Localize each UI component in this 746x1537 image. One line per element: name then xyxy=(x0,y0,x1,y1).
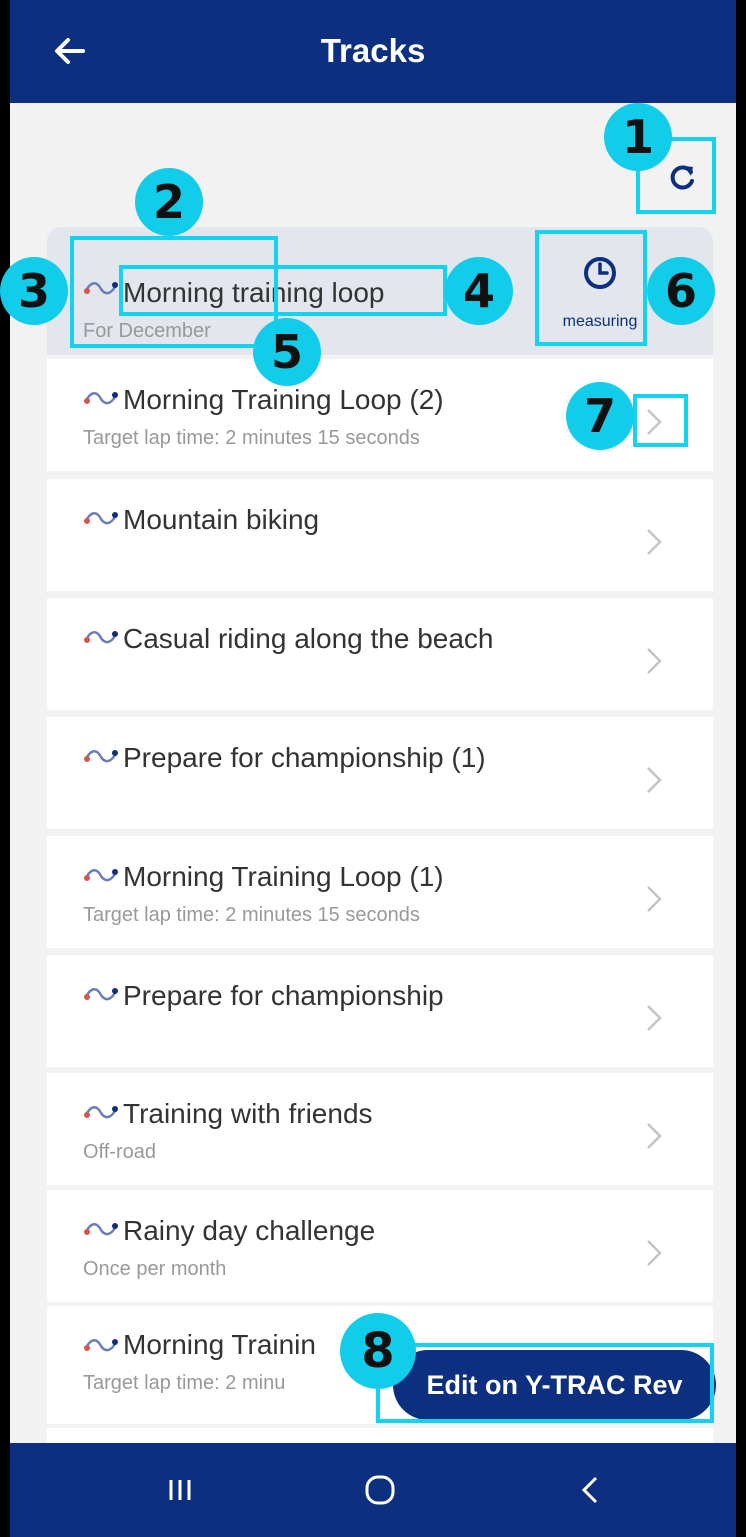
annotation-badge-7: 7 xyxy=(566,382,634,450)
annotation-box-measuring xyxy=(535,230,647,346)
track-row[interactable] xyxy=(47,1428,713,1443)
track-title: Morning Training Loop (2) xyxy=(123,384,444,415)
home-button[interactable] xyxy=(350,1465,410,1515)
track-route-icon xyxy=(84,1223,118,1236)
track-route-icon xyxy=(84,1106,118,1119)
track-route-icon xyxy=(84,392,118,405)
chevron-right-icon[interactable] xyxy=(642,524,666,560)
system-back-button[interactable] xyxy=(560,1465,620,1515)
annotation-badge-2: 2 xyxy=(135,168,203,236)
annotation-box-title xyxy=(119,265,447,316)
annotation-badge-6: 6 xyxy=(647,257,715,325)
track-title: Prepare for championship (1) xyxy=(123,742,486,773)
chevron-right-icon[interactable] xyxy=(642,1000,666,1036)
track-title: Rainy day challenge xyxy=(123,1215,376,1246)
chevron-right-icon[interactable] xyxy=(642,762,666,798)
phone-screen: Tracks Morning training loop For Decembe… xyxy=(10,0,736,1537)
chevron-right-icon[interactable] xyxy=(642,643,666,679)
track-row[interactable]: Mountain biking xyxy=(47,479,713,591)
chevron-right-icon[interactable] xyxy=(642,1235,666,1271)
track-route-icon xyxy=(84,631,118,644)
track-route-icon xyxy=(84,988,118,1001)
track-title: Casual riding along the beach xyxy=(123,623,494,654)
recent-apps-button[interactable] xyxy=(150,1465,210,1515)
page-title: Tracks xyxy=(320,32,426,69)
chevron-left-icon xyxy=(581,1476,598,1504)
annotation-badge-5: 5 xyxy=(253,318,321,386)
home-icon xyxy=(365,1475,395,1505)
annotation-badge-4: 4 xyxy=(445,257,513,325)
track-route-icon xyxy=(84,1339,118,1352)
track-row[interactable]: Prepare for championship xyxy=(47,955,713,1067)
annotation-badge-8: 8 xyxy=(340,1313,416,1389)
track-route-icon xyxy=(84,750,118,763)
track-title: Morning Training Loop (1) xyxy=(123,861,444,892)
track-subtitle: Target lap time: 2 minu xyxy=(83,1372,286,1394)
track-row[interactable]: Rainy day challenge Once per month xyxy=(47,1190,713,1302)
track-row[interactable]: Training with friends Off-road xyxy=(47,1073,713,1185)
track-row[interactable]: Casual riding along the beach xyxy=(47,598,713,710)
track-subtitle: Once per month xyxy=(83,1258,227,1280)
track-title: Training with friends xyxy=(123,1098,373,1129)
annotation-box-fab xyxy=(376,1343,714,1423)
app-bar: Tracks xyxy=(10,0,736,103)
track-title: Morning Trainin xyxy=(123,1329,316,1360)
track-subtitle: Target lap time: 2 minutes 15 seconds xyxy=(83,904,420,926)
chevron-right-icon[interactable] xyxy=(642,1118,666,1154)
recent-apps-icon xyxy=(169,1480,191,1500)
track-row[interactable]: Morning Training Loop (1) Target lap tim… xyxy=(47,836,713,948)
chevron-right-icon[interactable] xyxy=(642,881,666,917)
system-nav-bar xyxy=(10,1443,736,1537)
track-subtitle: Off-road xyxy=(83,1141,156,1163)
track-route-icon xyxy=(84,512,118,525)
track-title: Mountain biking xyxy=(123,504,320,535)
annotation-badge-3: 3 xyxy=(0,257,68,325)
track-row[interactable]: Prepare for championship (1) xyxy=(47,717,713,829)
track-title: Prepare for championship xyxy=(123,980,444,1011)
track-subtitle: Target lap time: 2 minutes 15 seconds xyxy=(83,427,420,449)
track-route-icon xyxy=(84,869,118,882)
annotation-box-chevron xyxy=(633,394,688,447)
annotation-badge-1: 1 xyxy=(604,103,672,171)
